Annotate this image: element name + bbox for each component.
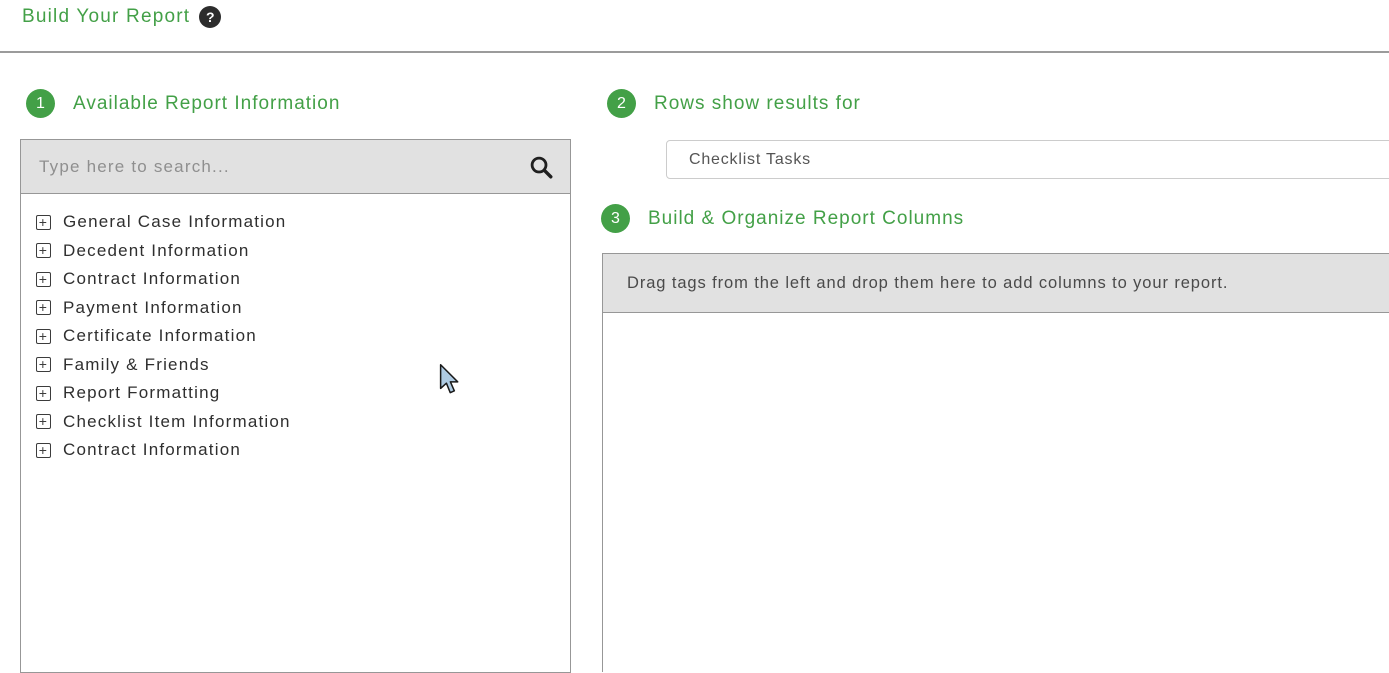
help-icon[interactable]: ? <box>199 6 221 28</box>
tree-item-label: Checklist Item Information <box>63 412 291 432</box>
expand-plus-icon[interactable] <box>36 386 51 401</box>
expand-plus-icon[interactable] <box>36 414 51 429</box>
tree-item-label: Contract Information <box>63 269 241 289</box>
step-3-badge: 3 <box>601 204 630 233</box>
tree-item[interactable]: Checklist Item Information <box>36 408 560 437</box>
expand-plus-icon[interactable] <box>36 443 51 458</box>
available-report-panel: General Case Information Decedent Informa… <box>20 139 571 673</box>
search-icon[interactable] <box>528 154 554 180</box>
tree-item-label: Contract Information <box>63 440 241 460</box>
step-3-heading: 3 Build & Organize Report Columns <box>601 204 964 233</box>
rows-select-value: Checklist Tasks <box>689 151 811 169</box>
tree-item-label: General Case Information <box>63 212 286 232</box>
tree-item-label: Family & Friends <box>63 355 210 375</box>
tree-item[interactable]: Contract Information <box>36 436 560 465</box>
step-1-title: Available Report Information <box>73 93 340 115</box>
dropzone-hint: Drag tags from the left and drop them he… <box>627 274 1228 293</box>
dropzone[interactable]: Drag tags from the left and drop them he… <box>602 253 1389 313</box>
rows-select[interactable]: Checklist Tasks <box>666 140 1389 179</box>
tree-item[interactable]: Payment Information <box>36 294 560 323</box>
page-title: Build Your Report <box>22 6 190 28</box>
tree-item[interactable]: General Case Information <box>36 208 560 237</box>
search-input[interactable] <box>37 156 518 178</box>
step-1-badge: 1 <box>26 89 55 118</box>
expand-plus-icon[interactable] <box>36 329 51 344</box>
tree-item-label: Certificate Information <box>63 326 257 346</box>
search-bar <box>21 140 570 194</box>
app-header: Build Your Report ? <box>22 6 221 28</box>
expand-plus-icon[interactable] <box>36 300 51 315</box>
tree-list: General Case Information Decedent Informa… <box>21 194 570 465</box>
tree-item[interactable]: Decedent Information <box>36 237 560 266</box>
tree-item-label: Report Formatting <box>63 383 220 403</box>
step-3-title: Build & Organize Report Columns <box>648 208 964 230</box>
tree-item[interactable]: Family & Friends <box>36 351 560 380</box>
tree-item[interactable]: Contract Information <box>36 265 560 294</box>
step-2-heading: 2 Rows show results for <box>607 89 861 118</box>
step-1-heading: 1 Available Report Information <box>26 89 340 118</box>
dropzone-body[interactable] <box>602 313 1389 672</box>
tree-item-label: Payment Information <box>63 298 243 318</box>
expand-plus-icon[interactable] <box>36 215 51 230</box>
expand-plus-icon[interactable] <box>36 272 51 287</box>
step-2-badge: 2 <box>607 89 636 118</box>
expand-plus-icon[interactable] <box>36 357 51 372</box>
tree-item[interactable]: Certificate Information <box>36 322 560 351</box>
step-2-title: Rows show results for <box>654 93 861 115</box>
report-columns-area: Drag tags from the left and drop them he… <box>602 253 1389 672</box>
expand-plus-icon[interactable] <box>36 243 51 258</box>
tree-item-label: Decedent Information <box>63 241 250 261</box>
tree-item[interactable]: Report Formatting <box>36 379 560 408</box>
header-divider <box>0 51 1389 53</box>
